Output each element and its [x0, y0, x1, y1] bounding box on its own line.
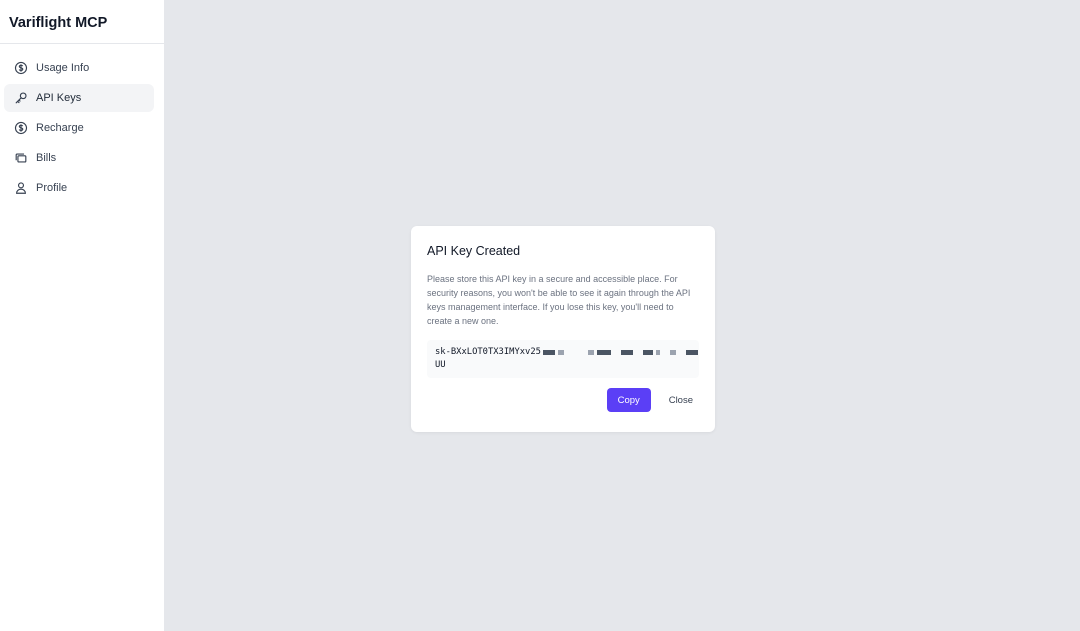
- sidebar-item-usage-info[interactable]: Usage Info: [4, 54, 154, 82]
- sidebar-item-label: Bills: [36, 152, 57, 164]
- sidebar-item-label: Recharge: [36, 122, 84, 134]
- app-title: Variflight MCP: [0, 0, 164, 44]
- sidebar-item-label: Usage Info: [36, 62, 90, 74]
- redacted-key-segment: [542, 350, 698, 355]
- sidebar-item-profile[interactable]: Profile: [4, 174, 154, 202]
- copy-button[interactable]: Copy: [606, 388, 651, 412]
- sidebar-item-label: Profile: [36, 182, 68, 194]
- sidebar-nav: Usage Info API Keys Recharge Bills Profi…: [0, 44, 164, 202]
- api-key-prefix: sk-BXxLOT0TX3IMYxv25: [435, 347, 541, 357]
- api-key-suffix: UU: [435, 360, 446, 370]
- dialog-actions: Copy Close: [427, 388, 699, 412]
- sidebar-item-api-keys[interactable]: API Keys: [4, 84, 154, 112]
- api-key-created-dialog: API Key Created Please store this API ke…: [411, 226, 715, 432]
- dialog-message: Please store this API key in a secure an…: [427, 274, 691, 326]
- dollar-circle-icon: [14, 121, 28, 135]
- sidebar-item-recharge[interactable]: Recharge: [4, 114, 154, 142]
- close-button[interactable]: Close: [663, 388, 699, 412]
- dialog-title: API Key Created: [427, 244, 521, 258]
- user-icon: [14, 181, 28, 195]
- sidebar-item-bills[interactable]: Bills: [4, 144, 154, 172]
- sidebar-item-label: API Keys: [36, 92, 82, 104]
- sidebar: Variflight MCP Usage Info API Keys Recha…: [0, 0, 165, 631]
- key-icon: [14, 91, 28, 105]
- api-key-display[interactable]: sk-BXxLOT0TX3IMYxv25 UU: [427, 340, 699, 378]
- cards-icon: [14, 151, 28, 165]
- dollar-circle-icon: [14, 61, 28, 75]
